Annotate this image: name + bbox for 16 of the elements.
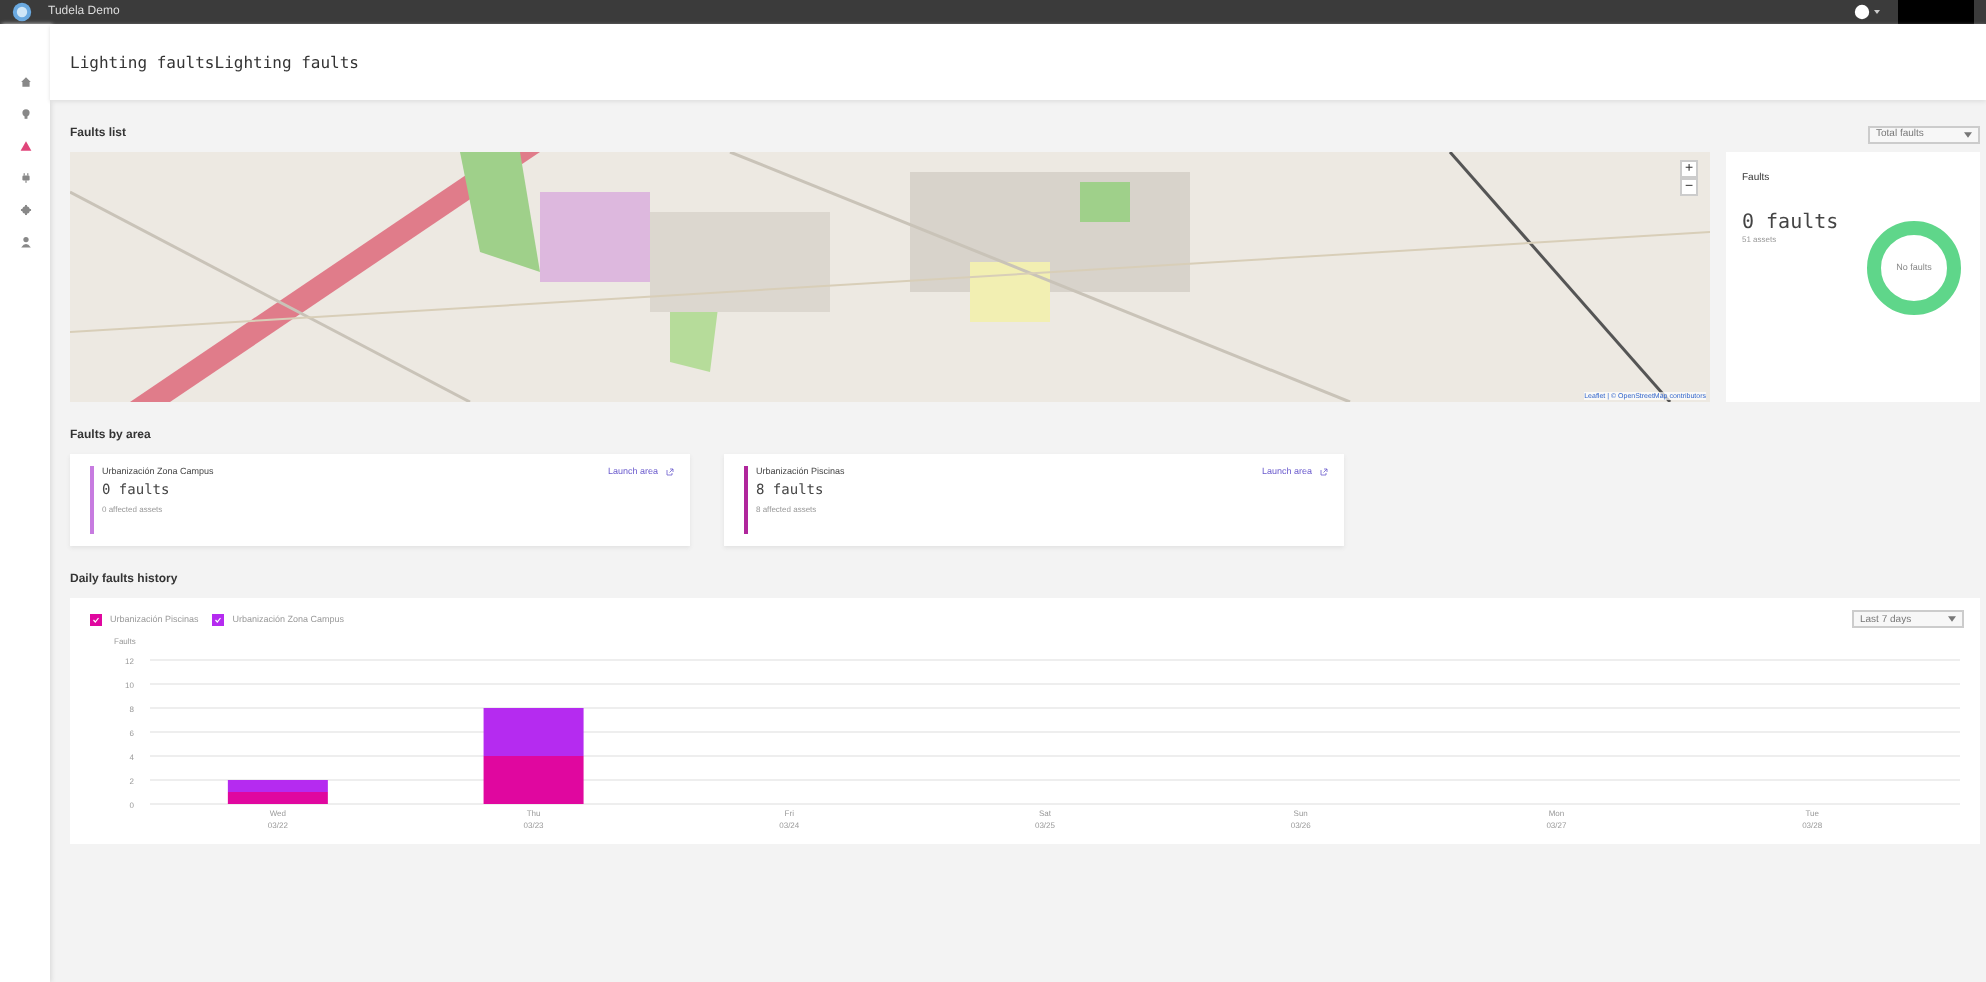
home-icon[interactable]: [19, 76, 31, 88]
external-link-icon[interactable]: [666, 468, 674, 476]
caret-icon: [1948, 616, 1956, 622]
page-title: Lighting faultsLighting faults: [70, 53, 359, 71]
user-menu-icon[interactable]: [1854, 4, 1882, 20]
legend-checkbox[interactable]: [90, 613, 102, 625]
plug-icon[interactable]: [19, 172, 31, 184]
external-link-icon[interactable]: [1320, 468, 1328, 476]
warning-icon[interactable]: [19, 140, 31, 152]
person-icon[interactable]: [19, 236, 31, 248]
legend-checkbox[interactable]: [212, 613, 225, 625]
faults-count: 0 faults: [1742, 212, 1839, 234]
redacted-block: [1898, 0, 1974, 24]
bulb-icon[interactable]: [19, 108, 31, 120]
caret-icon: [1964, 131, 1972, 137]
globe-icon: [12, 2, 32, 22]
